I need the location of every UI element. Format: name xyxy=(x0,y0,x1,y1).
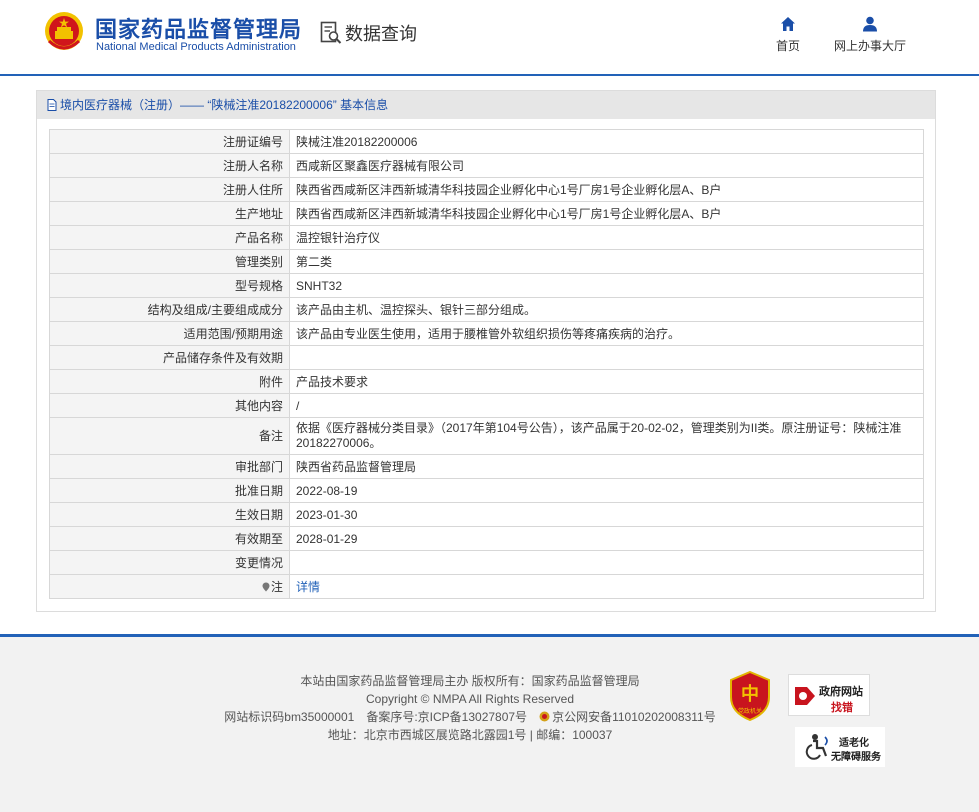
field-label: 适用范围/预期用途 xyxy=(49,321,290,346)
field-value: 陕械注准20182200006 xyxy=(289,129,924,154)
field-value: 西咸新区聚鑫医疗器械有限公司 xyxy=(289,153,924,178)
svg-text:中: 中 xyxy=(741,683,759,705)
field-value: 该产品由主机、温控探头、银针三部分组成。 xyxy=(289,297,924,322)
detail-table: 注册证编号 陕械注准20182200006 注册人名称 西咸新区聚鑫医疗器械有限公司… xyxy=(49,129,924,599)
table-row: 产品储存条件及有效期 xyxy=(49,345,924,370)
document-search-icon xyxy=(320,21,342,44)
pin-icon xyxy=(262,582,270,592)
accessibility-badge-subtitle: 无障碍服务 xyxy=(831,752,881,763)
gov-website-icon xyxy=(795,687,815,705)
field-label: 变更情况 xyxy=(49,550,290,575)
note-label-cell: 注 xyxy=(49,574,290,599)
field-value: 第二类 xyxy=(289,249,924,274)
breadcrumb-text: 境内医疗器械（注册）—— “陕械注准20182200006” 基本信息 xyxy=(60,98,389,112)
table-row: 注册人名称 西咸新区聚鑫医疗器械有限公司 xyxy=(49,153,924,178)
field-label: 注册证编号 xyxy=(49,129,290,154)
table-row: 生效日期 2023-01-30 xyxy=(49,502,924,527)
field-value: 该产品由专业医生使用，适用于腰椎管外软组织损伤等疼痛疾病的治疗。 xyxy=(289,321,924,346)
field-value: 陕西省西咸新区沣西新城清华科技园企业孵化中心1号厂房1号企业孵化层A、B户 xyxy=(289,201,924,226)
field-label: 注册人住所 xyxy=(49,177,290,202)
table-row: 注册证编号 陕械注准20182200006 xyxy=(49,129,924,154)
document-icon xyxy=(47,99,57,111)
table-row: 适用范围/预期用途 该产品由专业医生使用，适用于腰椎管外软组织损伤等疼痛疾病的治疗… xyxy=(49,321,924,346)
field-label: 生产地址 xyxy=(49,201,290,226)
table-row: 审批部门 陕西省药品监督管理局 xyxy=(49,454,924,479)
accessibility-badge-title: 适老化 xyxy=(839,738,869,749)
data-query-label: 数据查询 xyxy=(345,24,417,45)
footer-address: 地址：北京市西城区展览路北露园1号 | 邮编：100037 xyxy=(327,728,613,742)
field-value xyxy=(289,345,924,370)
field-label: 有效期至 xyxy=(49,526,290,551)
table-row: 型号规格 SNHT32 xyxy=(49,273,924,298)
footer-site-id: 网站标识码bm35000001 xyxy=(224,710,355,724)
field-value: SNHT32 xyxy=(289,273,924,298)
table-row: 附件 产品技术要求 xyxy=(49,369,924,394)
field-value: 2022-08-19 xyxy=(289,478,924,503)
field-value xyxy=(289,550,924,575)
table-row: 批准日期 2022-08-19 xyxy=(49,478,924,503)
site-footer: 本站由国家药品监督管理局主办 版权所有：国家药品监督管理局 Copyright … xyxy=(0,634,979,812)
table-row: 生产地址 陕西省西咸新区沣西新城清华科技园企业孵化中心1号厂房1号企业孵化层A、B… xyxy=(49,201,924,226)
user-icon xyxy=(863,16,877,32)
national-emblem-icon xyxy=(45,12,83,50)
accessibility-icon xyxy=(805,734,828,760)
field-value: 产品技术要求 xyxy=(289,369,924,394)
field-value: 2023-01-30 xyxy=(289,502,924,527)
footer-text: 本站由国家药品监督管理局主办 版权所有：国家药品监督管理局 Copyright … xyxy=(150,672,790,744)
details-link[interactable]: 详情 xyxy=(296,580,320,594)
data-query-link[interactable]: 数据查询 xyxy=(320,20,417,46)
field-value: 陕西省西咸新区沣西新城清华科技园企业孵化中心1号厂房1号企业孵化层A、B户 xyxy=(289,177,924,202)
field-label: 结构及组成/主要组成成分 xyxy=(49,297,290,322)
note-value-cell: 详情 xyxy=(289,574,924,599)
gov-badge-title: 政府网站 xyxy=(819,686,863,698)
field-label: 产品储存条件及有效期 xyxy=(49,345,290,370)
footer-icp-link[interactable]: 备案序号:京ICP备13027807号 xyxy=(366,710,527,724)
table-row: 有效期至 2028-01-29 xyxy=(49,526,924,551)
footer-sponsor: 本站由国家药品监督管理局主办 版权所有：国家药品监督管理局 xyxy=(300,674,640,688)
detail-panel: 境内医疗器械（注册）—— “陕械注准20182200006” 基本信息 注册证编… xyxy=(36,90,936,612)
field-label: 注册人名称 xyxy=(49,153,290,178)
field-label: 其他内容 xyxy=(49,393,290,418)
table-row: 其他内容 / xyxy=(49,393,924,418)
nav-home[interactable]: 首页 xyxy=(768,16,808,54)
field-label: 生效日期 xyxy=(49,502,290,527)
field-value: / xyxy=(289,393,924,418)
field-label: 管理类别 xyxy=(49,249,290,274)
field-label: 产品名称 xyxy=(49,225,290,250)
field-label: 审批部门 xyxy=(49,454,290,479)
field-value: 2028-01-29 xyxy=(289,526,924,551)
footer-copyright: Copyright © NMPA All Rights Reserved xyxy=(365,692,575,706)
breadcrumb: 境内医疗器械（注册）—— “陕械注准20182200006” 基本信息 xyxy=(37,91,935,119)
table-row: 产品名称 温控银针治疗仪 xyxy=(49,225,924,250)
gov-site-error-report-badge[interactable]: 政府网站 找错 xyxy=(788,674,870,716)
nav-online-hall[interactable]: 网上办事大厅 xyxy=(830,16,910,54)
gov-badge-subtitle: 找错 xyxy=(831,702,853,714)
table-row: 变更情况 xyxy=(49,550,924,575)
party-government-badge-icon[interactable]: 中 党政机关 xyxy=(729,671,771,721)
table-row: 注册人住所 陕西省西咸新区沣西新城清华科技园企业孵化中心1号厂房1号企业孵化层A、… xyxy=(49,177,924,202)
police-badge-icon xyxy=(539,711,550,722)
field-value: 温控银针治疗仪 xyxy=(289,225,924,250)
field-label: 备注 xyxy=(49,417,290,455)
field-value: 依据《医疗器械分类目录》（2017年第104号公告），该产品属于20-02-02… xyxy=(289,417,924,455)
svg-text:党政机关: 党政机关 xyxy=(738,707,762,715)
home-icon xyxy=(781,17,795,31)
accessibility-service-badge[interactable]: 适老化 无障碍服务 xyxy=(795,727,885,767)
note-label: 注 xyxy=(270,580,283,594)
field-value: 陕西省药品监督管理局 xyxy=(289,454,924,479)
field-label: 附件 xyxy=(49,369,290,394)
footer-police-link[interactable]: 京公网安备11010202008311号 xyxy=(552,710,716,724)
site-header: 国家药品监督管理局 National Medical Products Admi… xyxy=(0,0,979,76)
site-title-cn: 国家药品监督管理局 xyxy=(95,18,303,43)
table-row: 备注 依据《医疗器械分类目录》（2017年第104号公告），该产品属于20-02-… xyxy=(49,417,924,455)
nav-online-hall-label: 网上办事大厅 xyxy=(833,39,906,53)
field-label: 型号规格 xyxy=(49,273,290,298)
table-row: 注 详情 xyxy=(49,574,924,599)
site-title-en: National Medical Products Administration xyxy=(96,41,296,53)
table-row: 结构及组成/主要组成成分 该产品由主机、温控探头、银针三部分组成。 xyxy=(49,297,924,322)
field-label: 批准日期 xyxy=(49,478,290,503)
table-row: 管理类别 第二类 xyxy=(49,249,924,274)
nav-home-label: 首页 xyxy=(775,39,800,53)
footer-registration: 网站标识码bm35000001 备案序号:京ICP备13027807号 京公网安备1… xyxy=(150,708,790,726)
